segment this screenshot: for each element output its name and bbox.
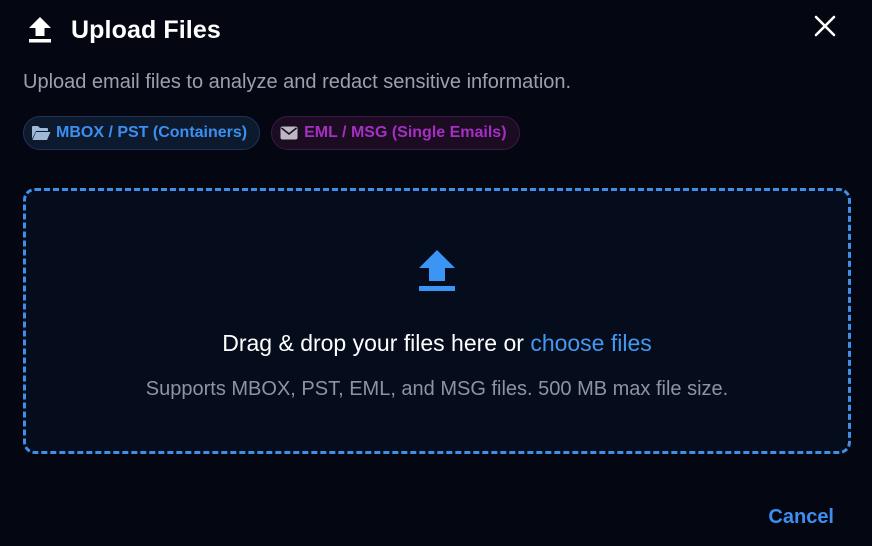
upload-icon	[28, 16, 52, 44]
upload-files-dialog: Upload Files Upload email files to analy…	[0, 0, 872, 546]
file-type-chips: MBOX / PST (Containers) EML / MSG (Singl…	[23, 116, 520, 150]
envelope-icon	[279, 123, 299, 143]
dialog-subtitle: Upload email files to analyze and redact…	[23, 71, 572, 93]
choose-files-link[interactable]: choose files	[530, 330, 651, 356]
dialog-title: Upload Files	[71, 15, 221, 44]
file-dropzone[interactable]: Drag & drop your files here or choose fi…	[23, 188, 851, 454]
folder-open-icon	[31, 123, 51, 143]
chip-mbox-pst[interactable]: MBOX / PST (Containers)	[23, 116, 261, 150]
dropzone-instructions: Drag & drop your files here or choose fi…	[26, 330, 848, 357]
upload-icon	[417, 248, 457, 294]
dropzone-text: Drag & drop your files here or	[222, 330, 531, 356]
chip-eml-msg[interactable]: EML / MSG (Single Emails)	[271, 116, 520, 150]
chip-label: MBOX / PST (Containers)	[56, 124, 248, 141]
cancel-button[interactable]: Cancel	[768, 506, 834, 529]
dropzone-hint: Supports MBOX, PST, EML, and MSG files. …	[145, 378, 729, 400]
chip-label: EML / MSG (Single Emails)	[304, 124, 507, 141]
close-icon[interactable]	[814, 15, 836, 42]
dialog-header: Upload Files	[28, 13, 221, 47]
close-button[interactable]	[811, 14, 839, 42]
